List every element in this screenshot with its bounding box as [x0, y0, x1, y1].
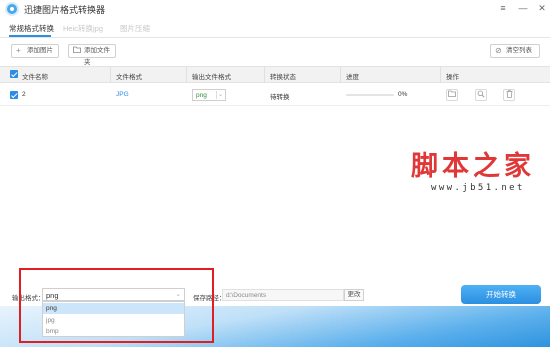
tab-general-conversion[interactable]: 常规格式转换 — [9, 23, 54, 34]
column-divider — [340, 67, 341, 82]
column-divider — [440, 67, 441, 82]
dropdown-option-bmp[interactable]: bmp — [43, 326, 184, 337]
column-header-name: 文件名称 — [22, 74, 48, 81]
close-button[interactable]: ✕ — [536, 2, 548, 14]
column-header-status: 转换状态 — [270, 74, 296, 81]
dropdown-option-png[interactable]: png — [43, 303, 184, 314]
app-title: 迅捷图片格式转换器 — [24, 5, 106, 15]
preview-button[interactable] — [475, 89, 487, 101]
open-folder-button[interactable] — [446, 89, 458, 101]
output-format-label: 输出格式： — [12, 295, 45, 302]
column-header-progress: 进度 — [346, 74, 359, 81]
add-image-button[interactable]: + 添加图片 — [11, 44, 59, 58]
column-header-format: 文件格式 — [116, 74, 142, 81]
row-checkbox[interactable] — [10, 91, 18, 99]
clear-icon: ⊘ — [495, 46, 502, 55]
folder-icon — [448, 90, 456, 97]
watermark-url: www.jb51.net — [431, 183, 525, 193]
active-tab-indicator — [9, 35, 51, 37]
dropdown-option-jpg[interactable]: jpg — [43, 315, 184, 326]
app-logo-icon — [5, 2, 19, 16]
chevron-down-icon: ⌄ — [218, 92, 224, 98]
column-divider — [186, 67, 187, 82]
clear-list-button[interactable]: ⊘ 清空列表 — [490, 44, 540, 58]
change-path-button[interactable]: 更改 — [344, 289, 364, 301]
select-divider — [216, 91, 217, 99]
clear-list-label: 清空列表 — [506, 47, 532, 54]
file-format: JPG — [116, 91, 129, 98]
start-conversion-button[interactable]: 开始转换 — [461, 285, 541, 304]
chevron-down-icon: ⌄ — [175, 291, 181, 298]
save-path-input[interactable]: d:\Documents — [222, 289, 344, 301]
watermark-logo-text: 脚本之家 — [411, 151, 535, 182]
table-row: 2 JPG png ⌄ 待转换 0% — [0, 83, 550, 106]
output-format-select[interactable]: png ⌄ — [192, 89, 226, 101]
delete-button[interactable] — [503, 89, 515, 101]
add-folder-button[interactable]: 添加文件夹 — [68, 44, 116, 66]
toolbar: + 添加图片 添加文件夹 ⊘ 清空列表 — [0, 38, 550, 66]
progress-text: 0% — [398, 91, 408, 98]
bottom-output-format-select[interactable]: png ⌄ — [42, 288, 185, 301]
tab-image-compress[interactable]: 图片压缩 — [120, 23, 150, 34]
column-header-output-format: 输出文件格式 — [192, 74, 231, 81]
column-header-actions: 操作 — [446, 74, 459, 81]
column-divider — [264, 67, 265, 82]
format-dropdown-list: png jpg bmp — [42, 301, 185, 337]
conversion-status: 待转换 — [270, 94, 290, 101]
title-bar: 迅捷图片格式转换器 ≡ — ✕ — [0, 0, 550, 18]
select-all-checkbox[interactable] — [10, 70, 18, 78]
column-divider — [110, 67, 111, 82]
bottom-output-format-value: png — [46, 290, 59, 300]
folder-icon — [73, 45, 81, 57]
search-icon — [477, 90, 485, 98]
save-path-value: d:\Documents — [226, 291, 267, 299]
trash-icon — [506, 90, 512, 98]
add-image-label: 添加图片 — [27, 47, 53, 54]
minimize-button[interactable]: — — [517, 2, 529, 14]
save-path-label: 保存路径： — [193, 295, 226, 302]
file-name: 2 — [22, 91, 26, 98]
menu-icon[interactable]: ≡ — [497, 2, 509, 14]
tab-heic-to-jpg[interactable]: Heic转换jpg — [63, 23, 103, 34]
progress-bar — [346, 94, 394, 96]
table-header: 文件名称 文件格式 输出文件格式 转换状态 进度 操作 — [0, 66, 550, 83]
output-format-value: png — [196, 91, 207, 99]
tab-bar: 常规格式转换 Heic转换jpg 图片压缩 — [0, 18, 550, 38]
plus-icon: + — [16, 46, 21, 55]
